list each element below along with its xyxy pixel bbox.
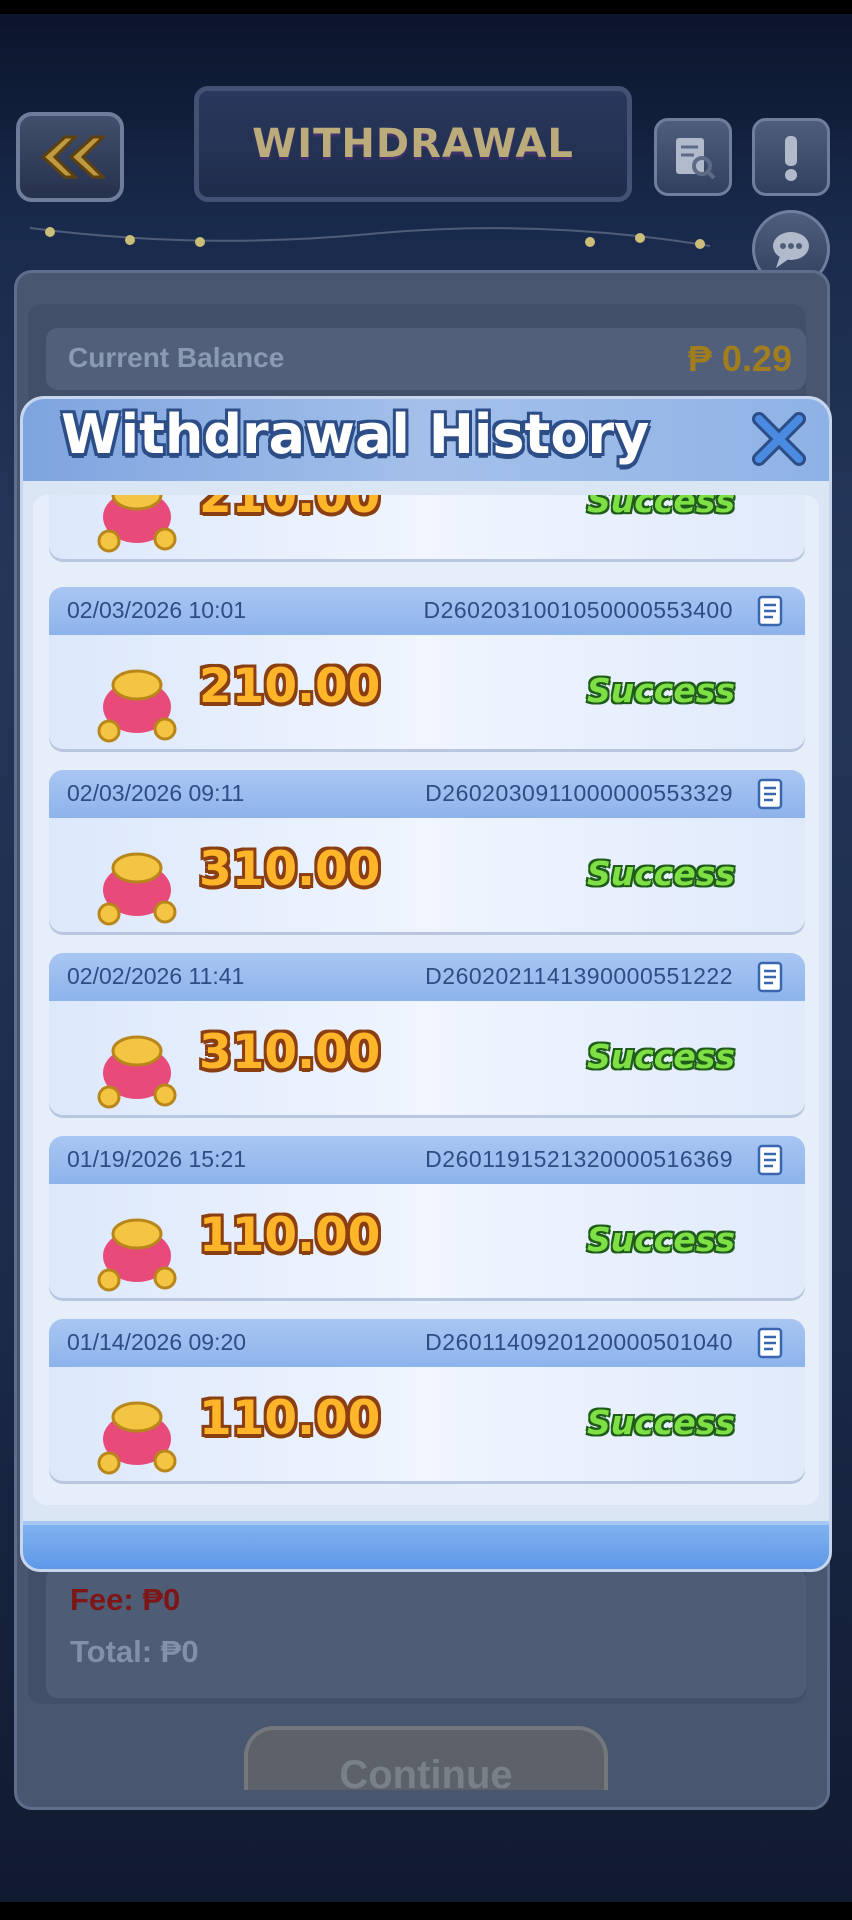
record-date: 01/14/2026 09:20 <box>67 1329 247 1355</box>
copy-icon[interactable] <box>753 776 789 812</box>
modal-title: Withdrawal History <box>61 403 650 466</box>
record-status: Success <box>586 671 735 710</box>
record-status: Success <box>586 854 735 893</box>
record-date: 02/03/2026 09:11 <box>67 780 245 806</box>
record-amount: 110.00 <box>199 1208 381 1263</box>
record-amount: 110.00 <box>199 1391 381 1446</box>
record-status: Success <box>586 495 735 520</box>
coin-purse-icon <box>97 669 177 743</box>
close-icon <box>752 412 806 466</box>
record-date: 02/02/2026 11:41 <box>67 963 245 989</box>
copy-icon[interactable] <box>753 593 789 629</box>
record-status: Success <box>586 1403 735 1442</box>
record-order-id: D2602021141390000551222 <box>425 963 733 989</box>
coin-purse-icon <box>97 1401 177 1475</box>
copy-icon[interactable] <box>753 959 789 995</box>
history-record: 01/14/2026 09:20 D2601140920120000501040 1… <box>49 1319 805 1481</box>
record-order-id: D2602031001050000553400 <box>423 597 733 623</box>
record-status: Success <box>586 1220 735 1259</box>
coin-purse-icon <box>97 1218 177 1292</box>
history-record-partial: 210.00 Success <box>49 495 805 559</box>
record-amount: 210.00 <box>199 659 381 714</box>
history-record: 02/03/2026 09:11 D2602030911000000553329 3… <box>49 770 805 932</box>
record-date: 01/19/2026 15:21 <box>67 1146 247 1172</box>
copy-icon[interactable] <box>753 1142 789 1178</box>
record-amount: 210.00 <box>199 495 381 524</box>
coin-purse-icon <box>97 852 177 926</box>
history-record: 02/03/2026 10:01 D2602031001050000553400 2… <box>49 587 805 749</box>
coin-purse-icon <box>97 1035 177 1109</box>
close-button[interactable] <box>749 409 809 469</box>
withdrawal-history-modal: Withdrawal History 210.00 Success 02/03/… <box>20 396 832 1572</box>
history-record: 02/02/2026 11:41 D2602021141390000551222 3… <box>49 953 805 1115</box>
record-date: 02/03/2026 10:01 <box>67 597 247 623</box>
record-amount: 310.00 <box>199 1025 381 1080</box>
history-list[interactable]: 210.00 Success 02/03/2026 10:01 D26020310… <box>33 495 819 1505</box>
copy-icon[interactable] <box>753 1325 789 1361</box>
nav-bar <box>0 1902 852 1920</box>
history-record: 01/19/2026 15:21 D2601191521320000516369 1… <box>49 1136 805 1298</box>
record-amount: 310.00 <box>199 842 381 897</box>
record-order-id: D2602030911000000553329 <box>425 780 733 806</box>
record-status: Success <box>586 1037 735 1076</box>
record-order-id: D2601140920120000501040 <box>425 1329 733 1355</box>
modal-footer-bar <box>23 1521 829 1569</box>
record-order-id: D2601191521320000516369 <box>425 1146 733 1172</box>
coin-purse-icon <box>97 495 177 553</box>
